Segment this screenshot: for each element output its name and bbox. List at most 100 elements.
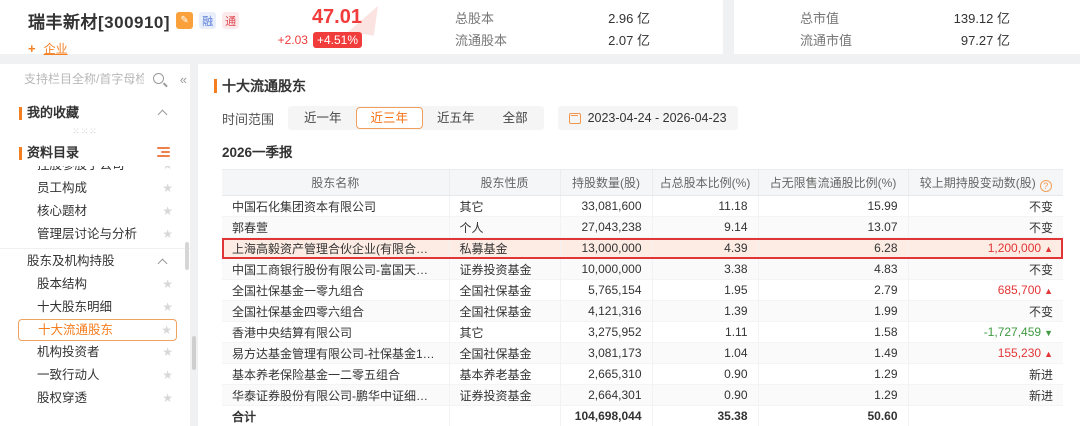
sidebar-item[interactable]: 股本结构 ★ [0,273,190,296]
favorite-star-icon[interactable]: ★ [161,320,172,340]
favorite-star-icon[interactable]: ★ [162,341,173,364]
favorites-section-header[interactable]: 我的收藏 [0,100,190,126]
cell-shareholder-nature: 全国社保基金 [449,280,560,301]
sidebar-item[interactable]: 机构投资者 ★ [0,341,190,364]
sidebar-item[interactable]: 核心题材 ★ [0,200,190,223]
stat-value: 97.27 亿 [961,30,1010,52]
help-tooltip-icon[interactable]: ? [1040,180,1052,192]
stat-value: 139.12 亿 [954,8,1010,30]
sidebar-item[interactable]: 股权穿透 ★ [0,387,190,410]
sidebar-item[interactable]: 一致行动人 ★ [0,364,190,387]
cell-change-vs-prev: 1,200,000▲ [908,238,1063,259]
cell-shares-held: 10,000,000 [560,259,652,280]
time-range-option[interactable]: 近三年 [356,107,424,129]
cell-shareholder-name: 香港中央结算有限公司 [222,322,449,343]
price-block: 47.01 +2.03 +4.51% [266,6,362,48]
cell-change-vs-prev: 不变 [908,259,1063,280]
favorite-star-icon[interactable]: ★ [162,296,173,319]
calendar-icon [569,113,581,124]
cell-shareholder-nature: 私募基金 [449,238,560,259]
cell-shares-held: 4,121,316 [560,301,652,322]
card-divider [723,0,734,54]
edit-pencil-icon[interactable]: ✎ [176,12,193,29]
table-row[interactable]: 易方达基金管理有限公司-社保基金17042组合 全国社保基金 3,081,173… [222,343,1063,364]
cell-shareholder-nature: 全国社保基金 [449,343,560,364]
date-range-text: 2023-04-24 - 2026-04-23 [588,111,727,125]
table-row[interactable]: 华泰证券股份有限公司-鹏华中证细分化工产业主... 证券投资基金 2,664,3… [222,385,1063,406]
change-direction-icon: ▲ [1044,286,1053,296]
search-input[interactable] [24,72,144,86]
favorite-star-icon[interactable]: ★ [162,177,173,200]
chevron-up-icon[interactable] [158,259,168,269]
enterprise-link[interactable]: 企业 [44,40,68,57]
directory-tree-icon[interactable] [157,147,170,159]
time-range-option[interactable]: 全部 [489,107,542,129]
table-row[interactable]: 中国工商银行股份有限公司-富国天惠精选成长混... 证券投资基金 10,000,… [222,259,1063,280]
shareholders-table: 股东名称股东性质持股数量(股)占总股本比例(%)占无限售流通股比例(%)较上期持… [222,169,1063,426]
panel-drag-handle[interactable]: ⁙⁙⁙ [0,126,190,138]
favorite-star-icon[interactable]: ★ [162,200,173,223]
panel-resize-handle[interactable] [192,336,196,370]
sidebar-scrollbar[interactable] [185,242,189,270]
favorite-star-icon[interactable]: ★ [162,364,173,387]
cell-shareholder-name: 全国社保基金四零六组合 [222,301,449,322]
sidebar-item-label: 机构投资者 [37,341,160,364]
sidebar-item[interactable]: 十大流通股东 ★ [18,319,177,341]
shareholder-group-header[interactable]: 股东及机构持股 [0,248,190,273]
cell-pct-float-shares: 15.99 [758,196,908,217]
table-row[interactable]: 全国社保基金一零九组合 全国社保基金 5,765,154 1.95 2.79 6… [222,280,1063,301]
chevron-up-icon[interactable] [158,110,168,120]
favorites-label: 我的收藏 [27,100,79,126]
table-row[interactable]: 全国社保基金四零六组合 全国社保基金 4,121,316 1.39 1.99 不… [222,301,1063,322]
favorite-star-icon[interactable]: ★ [162,223,173,246]
favorite-star-icon[interactable]: ★ [162,387,173,410]
total-pct-float: 50.60 [758,406,908,426]
cell-pct-total-shares: 11.18 [652,196,758,217]
favorite-star-icon[interactable]: ★ [162,273,173,296]
change-direction-icon: ▼ [1044,328,1053,338]
column-header: 股东性质 [449,170,560,196]
column-header: 占总股本比例(%) [652,170,758,196]
favorite-star-icon[interactable]: ★ [162,166,173,177]
date-range-picker[interactable]: 2023-04-24 - 2026-04-23 [558,106,738,130]
top-summary-bar: 瑞丰新材[300910] ✎ 融 通 + 企业 47.01 +2.03 +4.5… [0,0,1080,54]
search-icon[interactable] [153,73,164,84]
cell-pct-float-shares: 1.58 [758,322,908,343]
table-row[interactable]: 基本养老保险基金一二零五组合 基本养老基金 2,665,310 0.90 1.2… [222,364,1063,385]
cell-shares-held: 33,081,600 [560,196,652,217]
table-row[interactable]: 香港中央结算有限公司 其它 3,275,952 1.11 1.58 -1,727… [222,322,1063,343]
cell-shareholder-nature: 证券投资基金 [449,385,560,406]
sidebar-item[interactable]: 控股参股子公司 ★ [0,166,190,177]
sidebar-item[interactable]: 十大股东明细 ★ [0,296,190,319]
stat-label: 总市值 [800,8,839,30]
cell-shares-held: 13,000,000 [560,238,652,259]
margin-trading-badge: 融 [199,12,216,29]
total-pct-total: 35.38 [652,406,758,426]
time-range-option[interactable]: 近一年 [290,107,356,129]
collapse-sidebar-icon[interactable]: « [180,72,187,87]
report-period-label: 2026一季报 [222,141,1063,161]
cell-shareholder-name: 易方达基金管理有限公司-社保基金17042组合 [222,343,449,364]
cell-change-vs-prev: -1,727,459▼ [908,322,1063,343]
table-row[interactable]: 郭春萱 个人 27,043,238 9.14 13.07 不变 [222,217,1063,238]
table-row[interactable]: 上海高毅资产管理合伙企业(有限合伙)-高毅邻山1... 私募基金 13,000,… [222,238,1063,259]
total-qty: 104,698,044 [560,406,652,426]
table-row[interactable]: 中国石化集团资本有限公司 其它 33,081,600 11.18 15.99 不… [222,196,1063,217]
cell-change-vs-prev: 不变 [908,217,1063,238]
time-range-option[interactable]: 近五年 [423,107,489,129]
sidebar-item-label: 控股参股子公司 [37,166,160,177]
column-header: 占无限售流通股比例(%) [758,170,908,196]
directory-section-header[interactable]: 资料目录 [0,140,190,166]
cell-pct-float-shares: 1.99 [758,301,908,322]
add-icon[interactable]: + [28,41,36,56]
table-header-row: 股东名称股东性质持股数量(股)占总股本比例(%)占无限售流通股比例(%)较上期持… [222,170,1063,196]
time-range-segmented-control: 近一年近三年近五年全部 [288,106,544,130]
sidebar: « 我的收藏 ⁙⁙⁙ 资料目录 控股参股子公司 ★ 员工构成 ★ 核心题材 ★ … [0,64,190,426]
sidebar-item[interactable]: 员工构成 ★ [0,177,190,200]
directory-item-list: 控股参股子公司 ★ 员工构成 ★ 核心题材 ★ 管理层讨论与分析 ★ [0,166,190,246]
stock-identity: 瑞丰新材[300910] ✎ 融 通 + 企业 [28,8,239,57]
total-label: 合计 [222,406,449,426]
sidebar-item[interactable]: 管理层讨论与分析 ★ [0,223,190,246]
cell-pct-float-shares: 1.29 [758,385,908,406]
cell-change-vs-prev: 不变 [908,196,1063,217]
